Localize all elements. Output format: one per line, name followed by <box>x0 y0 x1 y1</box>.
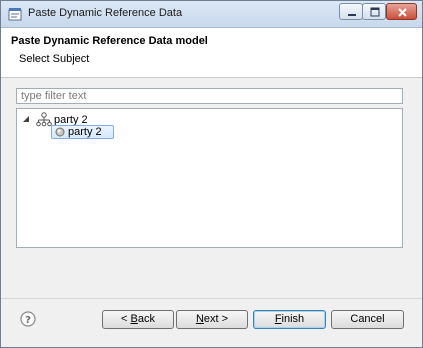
hierarchy-icon <box>36 112 52 127</box>
minimize-icon <box>348 14 356 16</box>
close-icon <box>398 8 407 17</box>
next-button[interactable]: Next > <box>176 310 248 329</box>
title-bar[interactable]: Paste Dynamic Reference Data <box>1 1 422 28</box>
cancel-button[interactable]: Cancel <box>331 310 404 329</box>
circle-node-icon <box>55 127 65 137</box>
back-button[interactable]: < Back <box>102 310 174 329</box>
window-title: Paste Dynamic Reference Data <box>28 7 183 19</box>
next-label-rest: ext > <box>203 313 229 325</box>
dialog-window: Paste Dynamic Reference Data Paste Dynam… <box>0 0 423 348</box>
back-label-rest: ack <box>137 313 155 325</box>
help-icon[interactable]: ? <box>20 311 36 327</box>
wizard-header: Paste Dynamic Reference Data model Selec… <box>1 28 422 78</box>
svg-text:?: ? <box>25 315 31 326</box>
close-window-button[interactable] <box>386 3 417 20</box>
back-accelerator: B <box>130 313 138 325</box>
page-subtitle: Select Subject <box>19 53 90 65</box>
minimize-button[interactable] <box>339 3 363 20</box>
maximize-button[interactable] <box>362 3 386 20</box>
tree-item-label: party 2 <box>68 126 102 138</box>
filter-input[interactable] <box>16 88 403 104</box>
expanded-triangle-icon[interactable] <box>23 116 30 123</box>
finish-label-rest: inish <box>281 313 305 325</box>
app-icon <box>8 8 22 21</box>
subject-tree[interactable]: party 2 party 2 <box>16 108 403 248</box>
maximize-icon <box>370 7 380 17</box>
page-title: Paste Dynamic Reference Data model <box>11 35 208 47</box>
finish-accelerator: F <box>274 313 282 325</box>
finish-button[interactable]: Finish <box>253 310 326 329</box>
back-prefix: < <box>121 313 131 325</box>
next-accelerator: N <box>195 313 204 325</box>
button-bar-separator <box>1 298 422 299</box>
